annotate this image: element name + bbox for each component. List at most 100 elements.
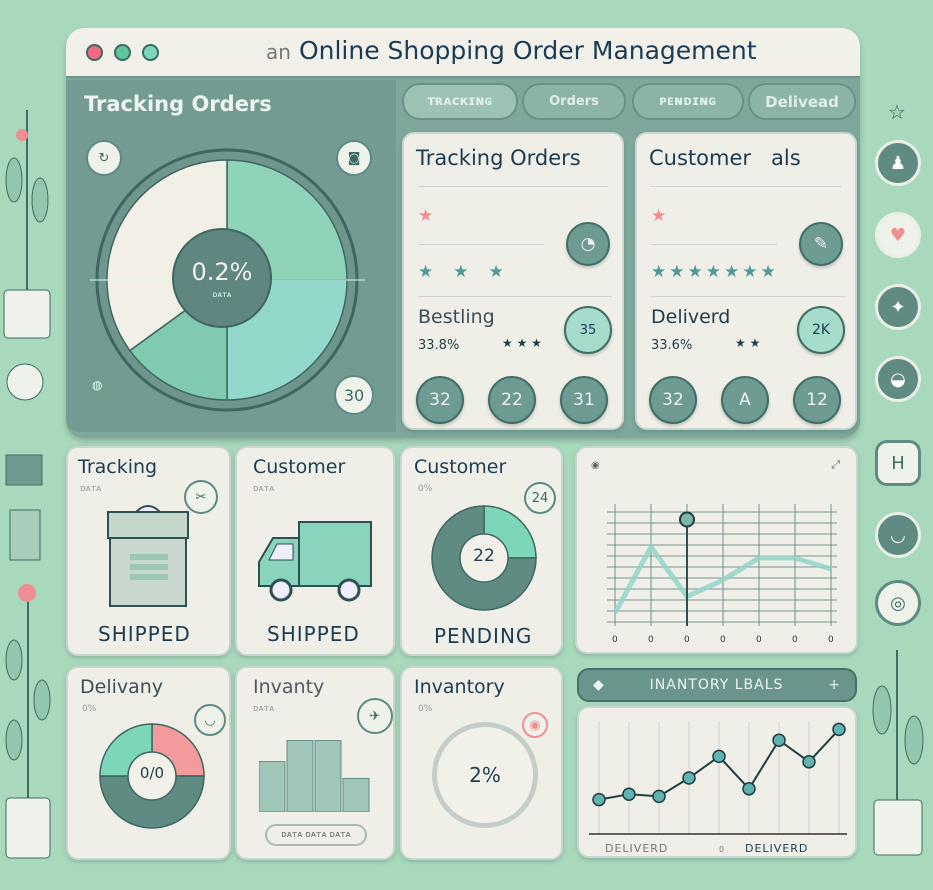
card-title: Customer als <box>649 146 801 170</box>
add-button[interactable]: + <box>828 677 841 693</box>
bar <box>259 761 286 812</box>
bar <box>286 740 314 812</box>
data-point <box>592 792 606 807</box>
card-title: Tracking Orders <box>416 146 581 170</box>
tile-sub: 0% <box>82 704 97 714</box>
x-tick-label: 0 <box>792 635 798 645</box>
panel-title: Tracking Orders <box>84 92 272 116</box>
x-axis-label: DELIVERD <box>605 842 668 855</box>
donut-value: 0/0 <box>139 764 165 782</box>
status-label: Deliverd <box>651 306 731 328</box>
chart-icon-button[interactable]: ◔ <box>566 222 610 266</box>
inventory-line-chart-card: DELIVERD 0 DELIVERD <box>577 706 857 858</box>
window-title: an Online Shopping Order Management <box>266 36 757 65</box>
stat-circle[interactable]: 12 <box>793 376 841 424</box>
bag-icon-button[interactable]: ◒ <box>875 356 921 402</box>
alert-icon[interactable]: ◉ <box>522 712 548 738</box>
tile-title: Delivany <box>80 676 164 698</box>
inventory-labels-title: INANTORY LBALS <box>649 677 784 693</box>
cup-icon-button[interactable]: ◡ <box>875 512 921 558</box>
data-point <box>622 787 636 801</box>
inventory-bar-chart <box>259 740 370 812</box>
filter-pill[interactable]: ᴅᴀᴛᴀ ᴅᴀᴛᴀ ᴅᴀᴛᴀ <box>265 824 367 846</box>
trend-line-chart: 0 0 0 0 0 0 0 <box>607 504 837 645</box>
stat-circle[interactable]: 22 <box>488 376 536 424</box>
h-icon-button[interactable]: H <box>875 440 921 486</box>
heart-icon-button[interactable]: ♥ <box>875 212 921 258</box>
package-icon <box>107 505 189 607</box>
plant-decoration-right <box>872 650 924 856</box>
calendar-badge[interactable]: 30 <box>334 375 374 415</box>
tile-title: Customer <box>253 456 346 478</box>
donut-value: 22 <box>473 546 495 566</box>
x-tick-label: 0 <box>684 635 690 645</box>
status-label: Bestling <box>418 306 495 328</box>
tab-delivered[interactable]: Delivead <box>748 83 856 120</box>
stat-circle[interactable]: 31 <box>560 376 608 424</box>
tile-title: Invantory <box>414 676 505 698</box>
diamond-icon: ◆ <box>593 677 605 693</box>
tab-pending[interactable]: ᴘᴇɴᴅɪɴɢ <box>632 83 744 120</box>
status-badge[interactable]: 35 <box>564 306 612 354</box>
expand-icon[interactable]: ⤢ <box>831 458 840 472</box>
chat-icon-button[interactable]: ✎ <box>799 222 843 266</box>
tile-status: PENDING <box>434 624 533 648</box>
tile-title: Invanty <box>253 676 325 698</box>
truck-icon <box>258 521 372 602</box>
eye-icon: ◉ <box>591 460 600 471</box>
data-point <box>712 749 726 764</box>
inventory-bar-tile: Invanty ᴅᴀᴛᴀ ✈ ᴅᴀᴛᴀ ᴅᴀᴛᴀ ᴅᴀᴛᴀ <box>235 666 395 860</box>
delivery-tile: Delivany 0% ◡ 0/0 <box>66 666 231 860</box>
x-tick-label: 0 <box>612 635 618 645</box>
customer-card: Customer als ★ ★★★★★★★ ✎ Deliverd 33.6% … <box>635 132 857 430</box>
tab-tracking[interactable]: ᴛʀᴀᴄᴋɪɴɢ <box>402 83 518 120</box>
x-tick-label: 0 <box>756 635 762 645</box>
customer-pending-tile: Customer 0% 24 22 PENDING <box>400 446 563 656</box>
tile-sub: 0% <box>418 484 433 494</box>
rating-stars: ★★★★★★★ <box>651 262 779 282</box>
stat-circle[interactable]: 32 <box>416 376 464 424</box>
stat-circle[interactable]: 32 <box>649 376 697 424</box>
tile-title: Tracking <box>78 456 158 478</box>
x-axis-label: 0 <box>719 845 725 854</box>
data-point <box>682 771 696 785</box>
x-tick-label: 0 <box>648 635 654 645</box>
data-point <box>772 733 786 747</box>
plant-decoration <box>3 110 51 859</box>
bird-icon-button[interactable]: ✦ <box>875 284 921 330</box>
status-badge[interactable]: 2K <box>797 306 845 354</box>
marker-point <box>679 511 695 528</box>
minimize-button[interactable] <box>114 44 131 61</box>
tracking-orders-card: Tracking Orders ★ ★★★ ◔ Bestling 33.8% ★… <box>402 132 624 430</box>
user-icon-button[interactable]: ♟ <box>875 140 921 186</box>
tile-title: Customer <box>414 456 507 478</box>
tile-sub: ᴅᴀᴛᴀ <box>80 484 102 494</box>
tile-sub: ᴅᴀᴛᴀ <box>253 704 275 714</box>
customer-shipped-tile: Customer ᴅᴀᴛᴀ SHIPPED <box>235 446 395 656</box>
maximize-button[interactable] <box>142 44 159 61</box>
tile-sub: ᴅᴀᴛᴀ <box>253 484 275 494</box>
status-percent: 33.6% <box>651 338 693 353</box>
star-icon: ★ <box>651 206 667 226</box>
rating-stars: ★ ★ ★ <box>502 336 542 350</box>
tab-orders[interactable]: Orders <box>522 83 626 120</box>
x-tick-label: 0 <box>720 635 726 645</box>
inventory-labels-bar[interactable]: ◆ INANTORY LBALS + <box>577 668 857 702</box>
x-tick-label: 0 <box>828 635 834 645</box>
inventory-line-chart: DELIVERD 0 DELIVERD <box>589 722 847 855</box>
star-icon: ★ <box>418 206 434 226</box>
tile-status: SHIPPED <box>98 622 191 646</box>
tracking-tile: Tracking ᴅᴀᴛᴀ ✂ SHIPPED <box>66 446 231 656</box>
stat-circle[interactable]: A <box>721 376 769 424</box>
center-value: 0.2% <box>191 258 253 286</box>
bar <box>342 777 370 812</box>
bar <box>314 740 342 812</box>
trend-chart-card: ◉ ⤢ 0 0 0 0 0 0 0 <box>575 446 858 654</box>
tile-status: SHIPPED <box>267 622 360 646</box>
status-percent: 33.8% <box>418 338 460 353</box>
settings-icon-button[interactable]: ◎ <box>875 580 921 626</box>
x-axis-label: DELIVERD <box>745 842 808 855</box>
data-point <box>832 722 846 737</box>
close-button[interactable] <box>86 44 103 61</box>
data-point <box>652 789 666 804</box>
